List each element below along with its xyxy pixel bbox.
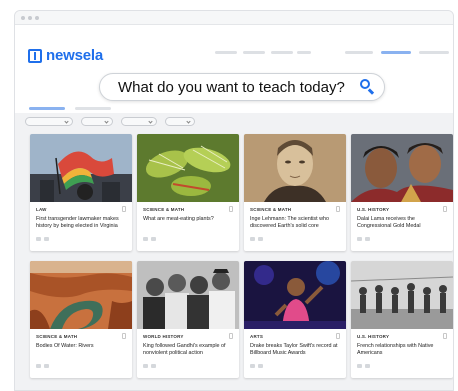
article-card[interactable]: SCIENCE & MATH What are meat-eating plan… xyxy=(137,134,239,251)
window-dot-icon[interactable] xyxy=(21,16,25,20)
nav-item[interactable] xyxy=(243,51,265,54)
chevron-down-icon xyxy=(64,119,69,124)
article-thumbnail[interactable] xyxy=(137,134,239,202)
search-input[interactable]: What do you want to teach today? xyxy=(118,79,356,96)
nav-item-active[interactable] xyxy=(381,51,411,54)
tab[interactable] xyxy=(75,107,111,110)
chevron-down-icon xyxy=(186,119,191,124)
article-card[interactable]: U.S. HISTORY Dalai Lama receives the Con… xyxy=(351,134,453,251)
article-card[interactable]: WORLD HISTORY King followed Gandhi's exa… xyxy=(137,261,239,378)
article-title[interactable]: Dalai Lama receives the Congressional Go… xyxy=(357,216,447,230)
article-category: U.S. HISTORY xyxy=(357,207,390,212)
bookmark-icon[interactable] xyxy=(443,206,447,212)
bookmark-icon[interactable] xyxy=(122,206,126,212)
article-meta xyxy=(143,237,156,241)
bookmark-icon[interactable] xyxy=(229,333,233,339)
article-thumbnail[interactable] xyxy=(351,134,453,202)
article-title[interactable]: What are meat-eating plants? xyxy=(143,216,233,223)
article-category: WORLD HISTORY xyxy=(143,334,184,339)
article-card[interactable]: LAW First transgender lawmaker makes his… xyxy=(30,134,132,251)
article-title[interactable]: Inge Lehmann: The scientist who discover… xyxy=(250,216,340,230)
article-thumbnail[interactable] xyxy=(30,261,132,329)
search-bar[interactable]: What do you want to teach today? xyxy=(99,73,385,101)
nav-item[interactable] xyxy=(271,51,293,54)
filter-dropdown[interactable] xyxy=(81,117,113,126)
article-thumbnail[interactable] xyxy=(137,261,239,329)
article-card[interactable]: SCIENCE & MATH Bodies Of Water: Rivers xyxy=(30,261,132,378)
bookmark-icon[interactable] xyxy=(229,206,233,212)
newsela-logo-icon xyxy=(28,48,42,63)
article-category: SCIENCE & MATH xyxy=(143,207,185,212)
nav-item[interactable] xyxy=(345,51,373,54)
newsela-logo[interactable]: newsela xyxy=(28,47,103,64)
article-meta xyxy=(357,237,370,241)
article-category: LAW xyxy=(36,207,47,212)
article-category: SCIENCE & MATH xyxy=(250,207,292,212)
article-title[interactable]: First transgender lawmaker makes history… xyxy=(36,216,126,230)
article-thumbnail[interactable] xyxy=(244,261,346,329)
article-thumbnail[interactable] xyxy=(351,261,453,329)
article-thumbnail[interactable] xyxy=(30,134,132,202)
window-dot-icon[interactable] xyxy=(35,16,39,20)
bookmark-icon[interactable] xyxy=(336,333,340,339)
chevron-down-icon xyxy=(148,119,153,124)
article-title[interactable]: French relationships with Native America… xyxy=(357,343,447,357)
filter-dropdown[interactable] xyxy=(121,117,157,126)
article-meta xyxy=(36,237,49,241)
nav-item[interactable] xyxy=(297,51,311,54)
bookmark-icon[interactable] xyxy=(336,206,340,212)
search-icon[interactable] xyxy=(356,76,378,98)
article-meta xyxy=(36,364,49,368)
article-card[interactable]: SCIENCE & MATH Inge Lehmann: The scienti… xyxy=(244,134,346,251)
article-meta xyxy=(143,364,156,368)
article-card[interactable]: U.S. HISTORY French relationships with N… xyxy=(351,261,453,378)
article-title[interactable]: King followed Gandhi's example of nonvio… xyxy=(143,343,233,357)
article-category: SCIENCE & MATH xyxy=(36,334,78,339)
article-thumbnail[interactable] xyxy=(244,134,346,202)
brand-name: newsela xyxy=(46,47,103,64)
article-meta xyxy=(250,364,263,368)
window-chrome xyxy=(15,11,453,25)
filter-bar xyxy=(25,117,195,126)
article-card[interactable]: ARTS Drake breaks Taylor Swift's record … xyxy=(244,261,346,378)
tab-active[interactable] xyxy=(29,107,65,110)
site-header: newsela What do you want to teach today? xyxy=(15,25,453,113)
article-category: ARTS xyxy=(250,334,264,339)
article-title[interactable]: Bodies Of Water: Rivers xyxy=(36,343,126,350)
filter-dropdown[interactable] xyxy=(165,117,195,126)
article-category: U.S. HISTORY xyxy=(357,334,390,339)
bookmark-icon[interactable] xyxy=(443,333,447,339)
browser-window: newsela What do you want to teach today? xyxy=(14,10,454,391)
article-meta xyxy=(357,364,370,368)
nav-item[interactable] xyxy=(419,51,449,54)
nav-item[interactable] xyxy=(215,51,237,54)
window-dot-icon[interactable] xyxy=(28,16,32,20)
chevron-down-icon xyxy=(104,119,109,124)
article-title[interactable]: Drake breaks Taylor Swift's record at Bi… xyxy=(250,343,340,357)
filter-dropdown[interactable] xyxy=(25,117,73,126)
article-meta xyxy=(250,237,263,241)
bookmark-icon[interactable] xyxy=(122,333,126,339)
